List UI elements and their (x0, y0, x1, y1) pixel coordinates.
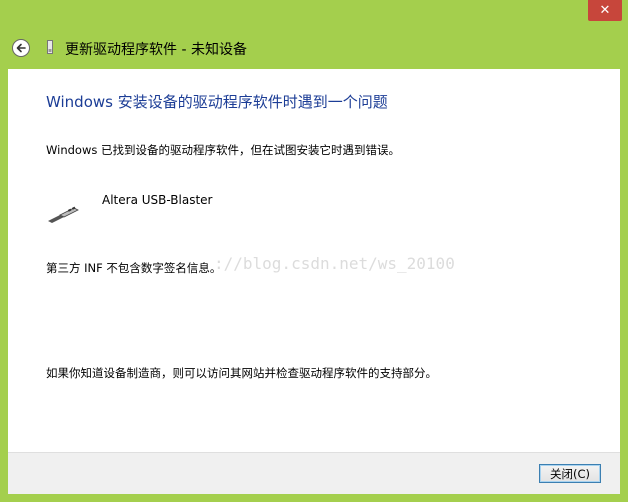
back-arrow-icon (16, 43, 26, 53)
window-title: 更新驱动程序软件 - 未知设备 (65, 42, 247, 58)
device-icon (47, 40, 53, 54)
close-icon: ✕ (599, 3, 611, 18)
inf-message: 第三方 INF 不包含数字签名信息。 (46, 261, 222, 275)
help-message: 如果你知道设备制造商，则可以访问其网站并检查驱动程序软件的支持部分。 (46, 366, 437, 380)
window-close-button[interactable]: ✕ (588, 0, 622, 21)
watermark: ://blog.csdn.net/ws_20100 (214, 254, 455, 273)
error-description: Windows 已找到设备的驱动程序软件，但在试图安装它时遇到错误。 (46, 143, 400, 157)
dialog-header: 更新驱动程序软件 - 未知设备 (8, 30, 620, 68)
page-title: Windows 安装设备的驱动程序软件时遇到一个问题 (46, 93, 388, 111)
dialog-window: ✕ 更新驱动程序软件 - 未知设备 Windows 安装设备的驱动程序软件时遇到… (0, 0, 628, 502)
dialog-footer: 关闭(C) (8, 452, 620, 494)
dialog-content: Windows 安装设备的驱动程序软件时遇到一个问题 Windows 已找到设备… (8, 69, 620, 452)
usb-plug-icon (48, 206, 79, 223)
close-button[interactable]: 关闭(C) (539, 464, 601, 483)
device-name: Altera USB-Blaster (102, 193, 213, 207)
back-button[interactable] (12, 39, 30, 57)
